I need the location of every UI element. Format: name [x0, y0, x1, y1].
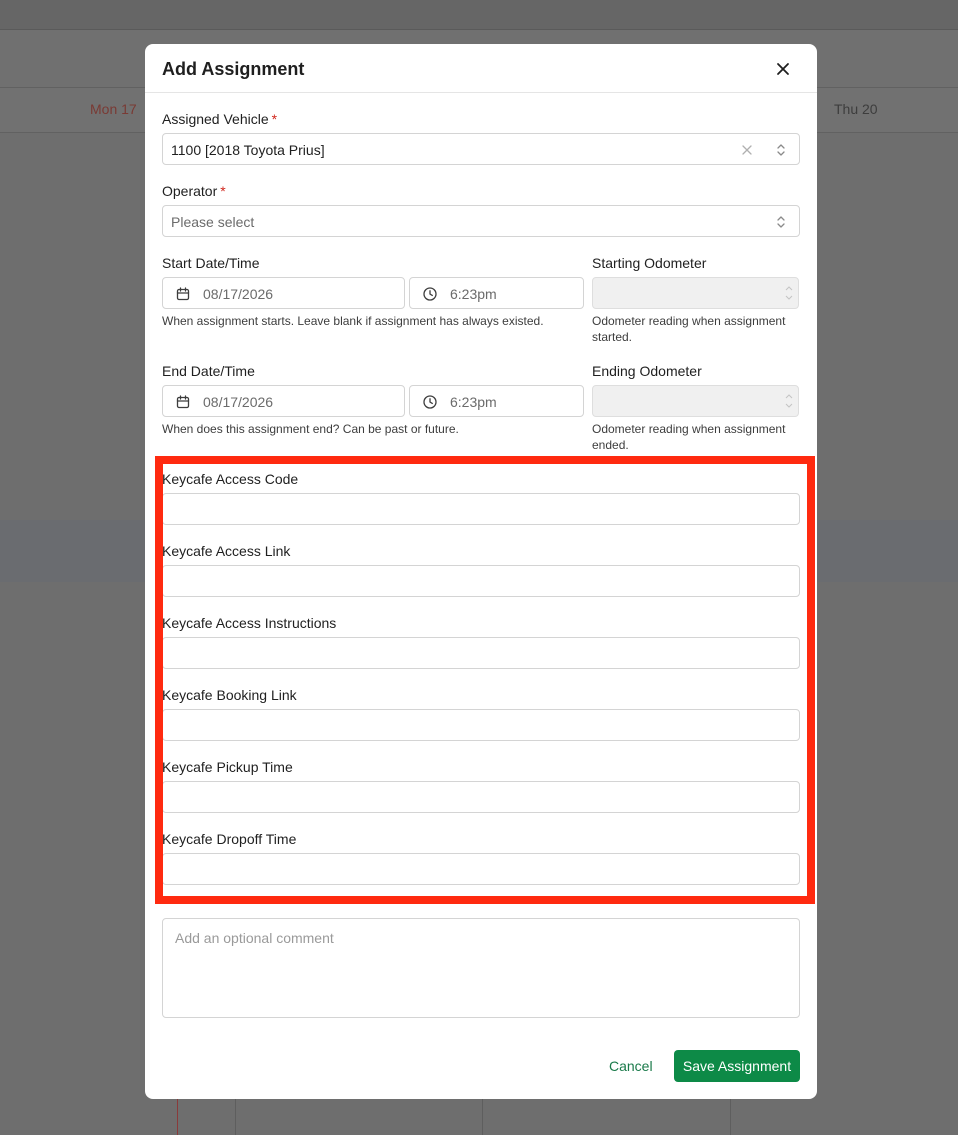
- calendar-grid-line: [482, 1098, 483, 1135]
- calendar-now-line: [177, 1098, 178, 1135]
- keycafe-dropoff-time-input[interactable]: [162, 853, 800, 885]
- stepper-icon: [785, 394, 793, 408]
- comment-textarea[interactable]: Add an optional comment: [162, 918, 800, 1018]
- vehicle-label: Assigned Vehicle *: [162, 111, 278, 127]
- operator-placeholder: Please select: [171, 214, 255, 230]
- keycafe-booking-link-input[interactable]: [162, 709, 800, 741]
- end-datetime-help: When does this assignment end? Can be pa…: [162, 422, 459, 436]
- keycafe-pickup-time-input[interactable]: [162, 781, 800, 813]
- required-mark: *: [220, 183, 226, 199]
- keycafe-access-code-label: Keycafe Access Code: [162, 471, 299, 487]
- starting-odometer-label: Starting Odometer: [592, 255, 707, 271]
- starting-odometer-help: Odometer reading when assignment started.: [592, 314, 786, 344]
- end-datetime-label: End Date/Time: [162, 363, 255, 379]
- ending-odometer-input[interactable]: [592, 385, 799, 417]
- modal-title: Add Assignment: [162, 59, 305, 79]
- chevron-up-down-icon: [777, 216, 785, 228]
- start-datetime-help: When assignment starts. Leave blank if a…: [162, 314, 544, 328]
- starting-odometer-input[interactable]: [592, 277, 799, 309]
- end-time-value: 6:23pm: [450, 394, 497, 410]
- clock-icon: [423, 395, 437, 409]
- clock-icon: [423, 287, 437, 301]
- calendar-grid-line: [730, 1098, 731, 1135]
- calendar-top-bar: [0, 0, 958, 30]
- operator-label: Operator *: [162, 183, 226, 199]
- keycafe-booking-link-label: Keycafe Booking Link: [162, 687, 297, 703]
- keycafe-pickup-time-label: Keycafe Pickup Time: [162, 759, 293, 775]
- keycafe-access-code-input[interactable]: [162, 493, 800, 525]
- stepper-icon: [785, 286, 793, 300]
- close-icon: [777, 63, 789, 75]
- start-date-value: 08/17/2026: [203, 286, 274, 302]
- end-date-input[interactable]: 08/17/2026: [162, 385, 405, 417]
- comment-placeholder: Add an optional comment: [175, 930, 334, 946]
- chevron-up-down-icon: [777, 144, 785, 156]
- clear-icon[interactable]: [739, 142, 755, 158]
- start-date-input[interactable]: 08/17/2026: [162, 277, 405, 309]
- keycafe-access-link-input[interactable]: [162, 565, 800, 597]
- required-mark: *: [271, 111, 278, 127]
- calendar-icon: [176, 287, 190, 301]
- calendar-day-mon: Mon 17: [90, 101, 137, 117]
- calendar-day-thu: Thu 20: [834, 101, 878, 117]
- ending-odometer-help: Odometer reading when assignment ended.: [592, 422, 786, 452]
- ending-odometer-label: Ending Odometer: [592, 363, 702, 379]
- keycafe-access-instructions-input[interactable]: [162, 637, 800, 669]
- operator-select[interactable]: Please select: [162, 205, 800, 237]
- end-date-value: 08/17/2026: [203, 394, 274, 410]
- vehicle-select[interactable]: 1100 [2018 Toyota Prius]: [162, 133, 800, 165]
- calendar-icon: [176, 395, 190, 409]
- start-time-input[interactable]: 6:23pm: [409, 277, 584, 309]
- calendar-grid-line: [235, 1098, 236, 1135]
- end-time-input[interactable]: 6:23pm: [409, 385, 584, 417]
- close-button[interactable]: [773, 59, 793, 79]
- save-assignment-button[interactable]: Save Assignment: [674, 1050, 800, 1082]
- keycafe-access-instructions-label: Keycafe Access Instructions: [162, 615, 337, 631]
- vehicle-select-value: 1100 [2018 Toyota Prius]: [171, 142, 325, 158]
- modal-header: Add Assignment: [145, 44, 817, 93]
- cancel-button[interactable]: Cancel: [609, 1058, 653, 1074]
- add-assignment-modal: Add Assignment Assigned Vehicle * 1100 [2…: [145, 44, 817, 1099]
- keycafe-dropoff-time-label: Keycafe Dropoff Time: [162, 831, 297, 847]
- start-datetime-label: Start Date/Time: [162, 255, 260, 271]
- keycafe-access-link-label: Keycafe Access Link: [162, 543, 291, 559]
- start-time-value: 6:23pm: [450, 286, 497, 302]
